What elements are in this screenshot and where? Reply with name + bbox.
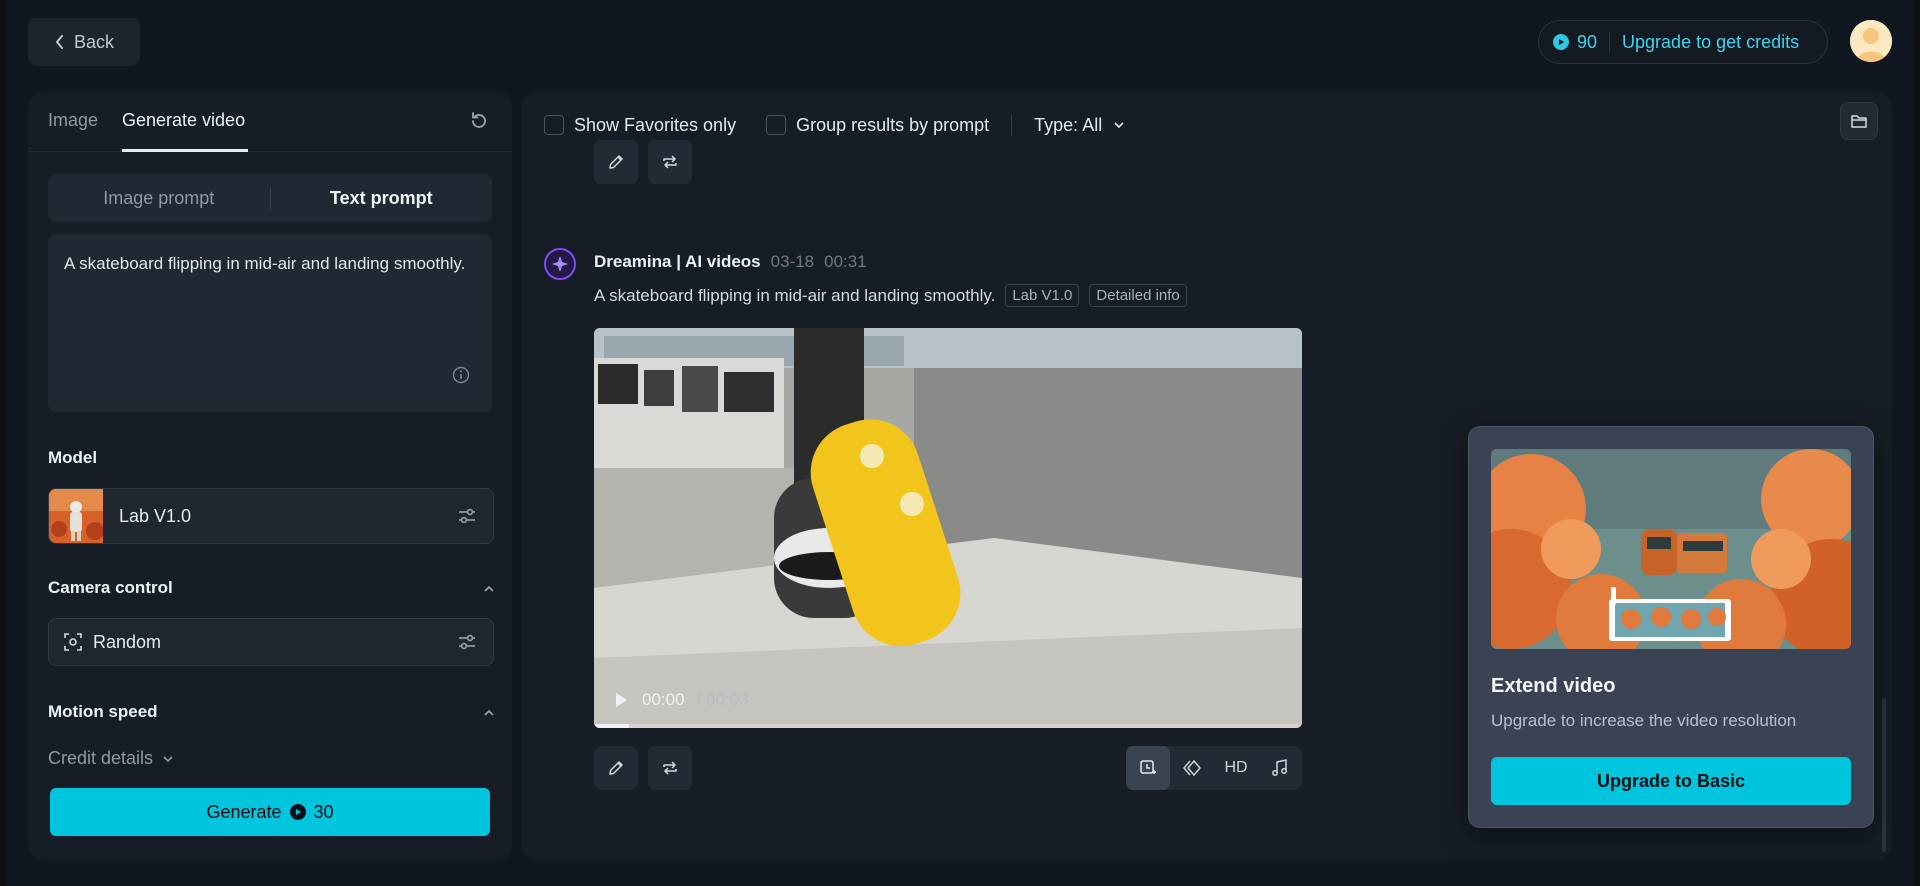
prompt-text: A skateboard flipping in mid-air and lan… <box>64 254 466 273</box>
repeat-icon <box>663 761 677 775</box>
back-label: Back <box>73 31 115 52</box>
credit-coin-icon <box>1553 34 1569 50</box>
video-controls: 00:00 / 00:03 <box>612 690 749 710</box>
generation-prompt-row: A skateboard flipping in mid-air and lan… <box>594 284 1187 307</box>
popup-title: Extend video <box>1491 675 1616 697</box>
back-button[interactable]: Back <box>28 18 140 66</box>
chevron-up-icon[interactable] <box>482 706 496 720</box>
credits-pill[interactable]: 90 Upgrade to get credits <box>1538 20 1828 64</box>
credits-count: 90 <box>1577 31 1598 52</box>
repeat-icon <box>663 155 677 169</box>
pill-divider <box>1609 32 1611 52</box>
model-name: Lab V1.0 <box>119 505 192 526</box>
filter-divider <box>1011 114 1013 136</box>
music-note-icon <box>1272 759 1287 776</box>
text-prompt-option[interactable]: Text prompt <box>271 188 493 209</box>
video-duration: / 00:03 <box>696 690 749 709</box>
generate-button[interactable]: Generate 30 <box>50 788 490 836</box>
tab-image[interactable]: Image <box>48 110 98 131</box>
hd-upscale-button[interactable]: HD <box>1214 746 1258 790</box>
camera-value: Random <box>93 631 162 652</box>
user-avatar[interactable] <box>1850 20 1892 62</box>
upgrade-basic-button[interactable]: Upgrade to Basic <box>1491 757 1851 805</box>
extend-video-preview <box>1491 449 1851 649</box>
dreamina-avatar <box>544 248 576 280</box>
generation-time: 00:31 <box>824 252 867 271</box>
generation-settings-panel: Image Generate video Image prompt Text p… <box>28 92 512 860</box>
video-player[interactable]: 00:00 / 00:03 <box>594 328 1302 728</box>
generation-date: 03-18 <box>770 252 815 271</box>
model-thumbnail <box>49 489 103 543</box>
chevron-left-icon <box>55 35 63 49</box>
video-frame <box>594 328 1302 728</box>
results-scrollbar[interactable] <box>1882 698 1886 852</box>
type-filter[interactable]: Type: All <box>1034 115 1102 136</box>
edit-button[interactable] <box>594 746 638 790</box>
regenerate-button[interactable] <box>648 140 692 184</box>
video-action-bar: HD <box>1126 746 1302 790</box>
generation-meta: Dreamina | AI videos 03-18 00:31 <box>594 252 867 272</box>
filter-bar: Show Favorites only Group results by pro… <box>544 110 1126 140</box>
tab-generate-video[interactable]: Generate video <box>122 110 245 131</box>
generation-prompt: A skateboard flipping in mid-air and lan… <box>594 285 996 305</box>
edit-button[interactable] <box>594 140 638 184</box>
generation-author: Dreamina | AI videos <box>594 252 761 271</box>
mode-tabs: Image Generate video <box>28 92 512 152</box>
sparkle-icon <box>552 256 568 272</box>
focus-icon <box>64 633 82 651</box>
credit-details-label: Credit details <box>48 748 154 768</box>
generate-label: Generate <box>206 801 282 822</box>
video-progress-bar[interactable] <box>594 724 1302 728</box>
extend-video-icon <box>1140 760 1156 774</box>
favorites-label[interactable]: Show Favorites only <box>574 115 736 136</box>
add-music-button[interactable] <box>1258 746 1302 790</box>
avatar-image <box>1850 20 1892 62</box>
camera-section-label: Camera control <box>48 578 173 597</box>
info-icon[interactable] <box>452 366 470 384</box>
diamond-icon <box>1183 759 1201 777</box>
model-tag: Lab V1.0 <box>1005 284 1080 307</box>
group-label[interactable]: Group results by prompt <box>796 115 989 136</box>
group-checkbox[interactable] <box>766 115 787 135</box>
motion-section-label: Motion speed <box>48 702 158 721</box>
prompt-textarea[interactable]: A skateboard flipping in mid-air and lan… <box>48 234 492 412</box>
results-panel: Show Favorites only Group results by pro… <box>522 92 1892 860</box>
pencil-icon <box>609 155 623 169</box>
generate-cost: 30 <box>313 801 334 822</box>
detailed-info-tag[interactable]: Detailed info <box>1089 284 1187 307</box>
regenerate-button[interactable] <box>648 746 692 790</box>
folder-icon <box>1851 115 1867 128</box>
chevron-up-icon[interactable] <box>482 582 496 596</box>
chevron-down-icon <box>163 755 173 762</box>
credit-coin-icon <box>289 804 306 820</box>
play-icon[interactable] <box>612 691 630 709</box>
favorites-checkbox[interactable] <box>544 115 564 135</box>
reset-icon[interactable] <box>468 110 490 132</box>
chevron-down-icon[interactable] <box>1112 118 1126 132</box>
model-section-label: Model <box>48 448 98 467</box>
popup-description: Upgrade to increase the video resolution <box>1491 711 1797 730</box>
extend-video-button[interactable] <box>1126 746 1170 790</box>
camera-control-selector[interactable]: Random <box>48 618 494 666</box>
model-selector[interactable]: Lab V1.0 <box>48 488 494 544</box>
frame-interpolation-button[interactable] <box>1170 746 1214 790</box>
image-prompt-option[interactable]: Image prompt <box>48 188 270 209</box>
sliders-icon[interactable] <box>457 632 477 652</box>
pencil-icon <box>609 761 623 775</box>
credit-details-toggle[interactable]: Credit details <box>48 748 175 769</box>
prompt-mode-toggle: Image prompt Text prompt <box>48 174 492 222</box>
video-progress-fill <box>594 724 630 728</box>
sliders-icon[interactable] <box>457 506 477 526</box>
active-tab-indicator <box>122 149 248 152</box>
upgrade-credits-link[interactable]: Upgrade to get credits <box>1622 32 1799 53</box>
folder-button[interactable] <box>1840 102 1878 140</box>
video-current-time: 00:00 <box>642 690 685 709</box>
extend-video-popup: Extend video Upgrade to increase the vid… <box>1468 426 1874 828</box>
